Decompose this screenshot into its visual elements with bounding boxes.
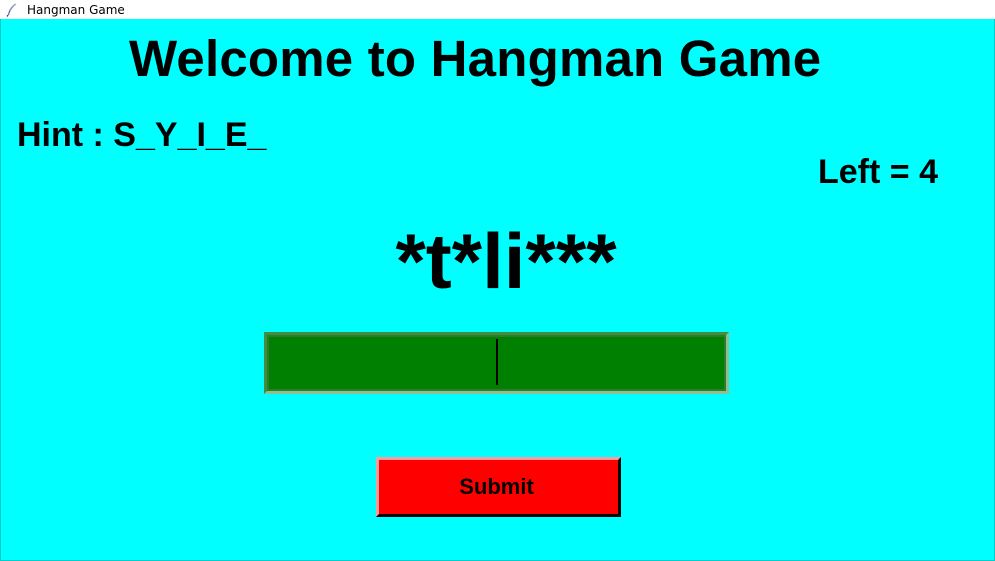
hint-label: Hint : S_Y_I_E_ <box>17 116 267 154</box>
game-canvas: Welcome to Hangman Game Hint : S_Y_I_E_ … <box>0 19 995 561</box>
text-cursor <box>496 339 498 385</box>
title-bar[interactable]: Hangman Game <box>0 0 995 19</box>
guess-input[interactable] <box>264 332 729 394</box>
submit-button[interactable]: Submit <box>376 457 621 517</box>
window-title: Hangman Game <box>27 2 125 17</box>
feather-icon <box>5 3 19 17</box>
attempts-left-label: Left = 4 <box>818 153 938 191</box>
page-title: Welcome to Hangman Game <box>129 30 822 87</box>
masked-word: *t*li*** <box>395 217 617 305</box>
app-window: Hangman Game Welcome to Hangman Game Hin… <box>0 0 995 561</box>
